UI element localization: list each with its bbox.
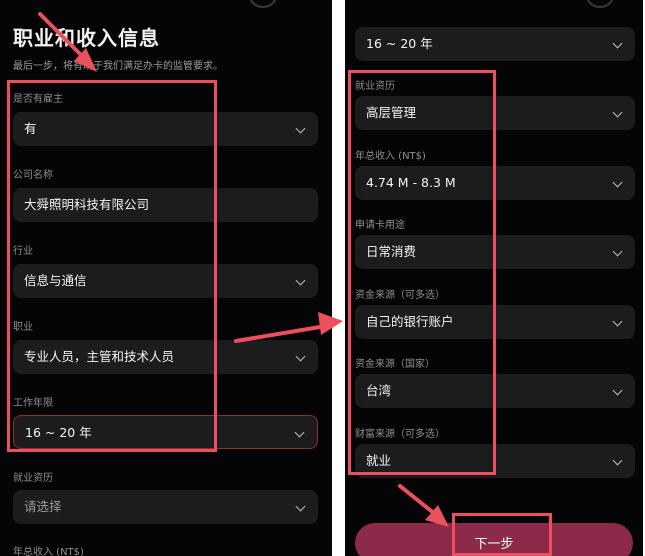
- left-form-panel: 职业和收入信息 最后一步，将有助于我们满足办卡的监管要求。 是否有雇主 有 公司…: [0, 0, 332, 556]
- annotation-box-left: [7, 80, 217, 452]
- top-circle-icon: [585, 0, 615, 8]
- chevron-down-icon: [612, 385, 623, 396]
- annotation-box-button: [452, 513, 552, 556]
- chevron-down-icon: [612, 107, 623, 118]
- chevron-down-icon: [295, 275, 306, 286]
- work-years-select[interactable]: 16 ~ 20 年: [355, 27, 635, 61]
- chevron-down-icon: [612, 177, 623, 188]
- chevron-down-icon: [295, 351, 306, 362]
- annotation-box-right: [348, 70, 496, 475]
- chevron-down-icon: [612, 246, 623, 257]
- chevron-down-icon: [612, 316, 623, 327]
- chevron-down-icon: [295, 501, 306, 512]
- chevron-down-icon: [295, 123, 306, 134]
- chevron-down-icon: [612, 455, 623, 466]
- seniority-select[interactable]: 请选择: [13, 490, 318, 524]
- work-years-value: 16 ~ 20 年: [366, 36, 433, 51]
- chevron-down-icon: [294, 427, 305, 438]
- page-subtitle: 最后一步，将有助于我们满足办卡的监管要求。: [13, 61, 223, 72]
- annual-income-label: 年总收入 (NT$): [13, 547, 84, 556]
- page-title: 职业和收入信息: [13, 26, 160, 50]
- top-circle-icon: [248, 0, 278, 8]
- right-form-panel: 16 ~ 20 年 就业资历 高层管理 年总收入 (NT$) 4.74 M - …: [345, 0, 643, 556]
- seniority-placeholder: 请选择: [24, 499, 62, 514]
- chevron-down-icon: [612, 38, 623, 49]
- seniority-label: 就业资历: [13, 473, 53, 484]
